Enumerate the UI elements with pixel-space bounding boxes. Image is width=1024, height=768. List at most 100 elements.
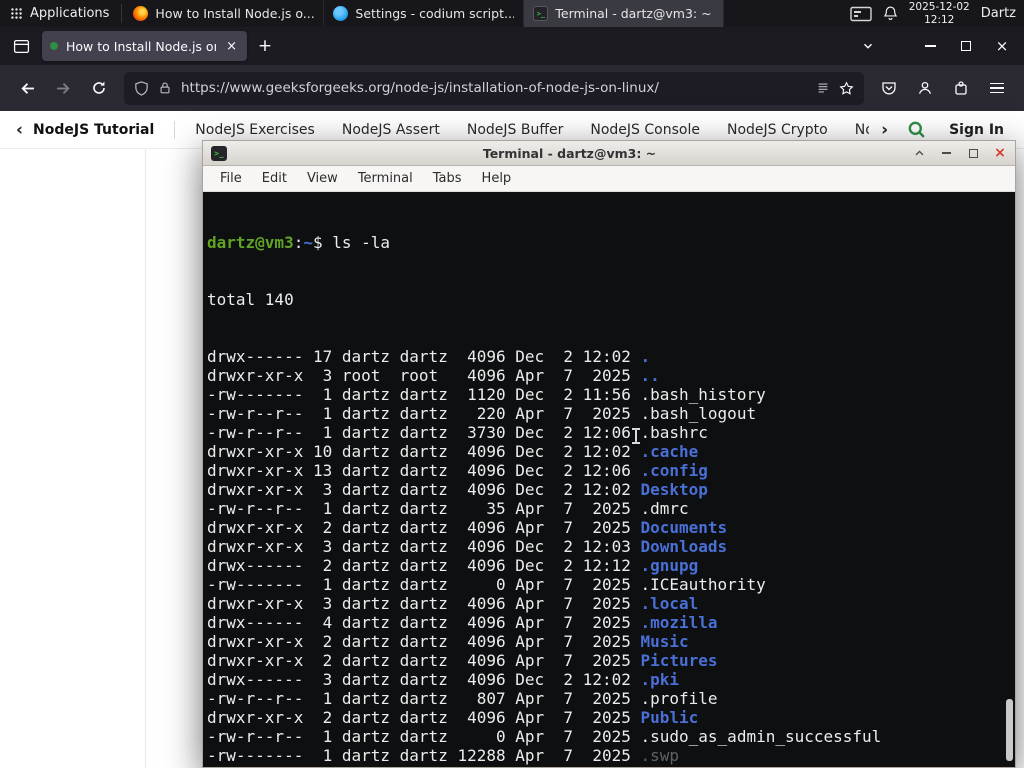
ls-entry-meta: drwxr-xr-x 3 dartz dartz 4096 Apr 7 2025 [207, 594, 641, 613]
reload-button[interactable] [82, 72, 116, 104]
geeksforgeeks-favicon [50, 42, 58, 50]
ls-entry-meta: -rw-r--r-- 1 dartz dartz 0 Apr 7 2025 [207, 727, 641, 746]
navigation-toolbar: https://www.geeksforgeeks.org/node-js/in… [0, 65, 1024, 111]
total-line: total 140 [207, 290, 294, 309]
ls-entry-meta: -rw-r--r-- 1 dartz dartz 35 Apr 7 2025 [207, 499, 641, 518]
firefox-view-icon[interactable] [6, 32, 36, 60]
xfce-top-panel: Applications How to Install Node.js o...… [0, 0, 1024, 27]
reader-view-icon[interactable] [816, 81, 830, 95]
terminal-menu-terminal[interactable]: Terminal [349, 168, 422, 189]
gfg-nav-right: › Sign In [869, 118, 1012, 142]
tracking-shield-icon[interactable] [134, 80, 149, 96]
terminal-menu-view[interactable]: View [298, 168, 347, 189]
lock-icon[interactable] [158, 81, 172, 95]
terminal-menu-tabs[interactable]: Tabs [424, 168, 471, 189]
user-menu[interactable]: Dartz [981, 6, 1016, 21]
ls-entry-meta: drwx------ 3 dartz dartz 4096 Dec 2 12:0… [207, 670, 641, 689]
terminal-menu-help[interactable]: Help [473, 168, 521, 189]
back-button[interactable] [10, 72, 44, 104]
prompt-separator: : [293, 233, 304, 252]
ls-entry-name: Public [640, 708, 699, 727]
panel-clock[interactable]: 2025-12-02 12:12 [909, 1, 970, 26]
terminal-menu-file[interactable]: File [211, 168, 251, 189]
minimize-icon [941, 152, 951, 154]
panel-separator [121, 4, 123, 23]
codium-icon [333, 6, 349, 21]
ls-entry: -rw------- 1 dartz dartz 0 Apr 7 2025 .I… [207, 575, 1015, 594]
terminal-shade-button[interactable] [912, 146, 926, 160]
ls-entry-meta: -rw-r--r-- 1 dartz dartz 3730 Dec 2 12:0… [207, 423, 641, 442]
account-icon[interactable] [908, 72, 942, 104]
gfg-nav-nodejs-buffer[interactable]: NodeJS Buffer [467, 122, 564, 138]
taskbar-button-label: Terminal - dartz@vm3: ~ [555, 6, 712, 21]
save-to-pocket-icon[interactable] [872, 72, 906, 104]
menu-hamburger-icon[interactable] [980, 72, 1014, 104]
gfg-nav-nodejs-exercises[interactable]: NodeJS Exercises [195, 122, 315, 138]
gfg-scroll-right-icon[interactable]: › [877, 120, 892, 140]
terminal-menu-edit[interactable]: Edit [253, 168, 296, 189]
gfg-nav-nodejs-dns[interactable]: NodeJS DNS [855, 122, 869, 138]
gfg-scroll-left-icon[interactable]: ‹ [12, 120, 27, 140]
terminal-app-icon: >_ [211, 145, 227, 161]
mouse-cursor-ibeam [632, 428, 640, 444]
ls-entry-name: .pki [640, 670, 680, 689]
terminal-close-button[interactable]: × [993, 145, 1007, 161]
terminal-maximize-button[interactable] [966, 146, 980, 160]
ls-entry-name: .ICEauthority [640, 575, 766, 594]
ls-entry-meta: drwxr-xr-x 2 dartz dartz 4096 Apr 7 2025 [207, 708, 641, 727]
ls-entry-name: .bashrc [640, 423, 708, 442]
window-maximize-button[interactable] [950, 32, 982, 60]
new-tab-button[interactable]: + [251, 32, 279, 60]
terminal-menubar: File Edit View Terminal Tabs Help [203, 166, 1015, 192]
maximize-icon [968, 148, 978, 158]
gfg-nav-nodejs-assert[interactable]: NodeJS Assert [342, 122, 440, 138]
terminal-output[interactable]: dartz@vm3:~$ ls -la total 140 drwx------… [203, 192, 1015, 767]
ls-entry-name: Pictures [640, 651, 718, 670]
taskbar-button-codium[interactable]: Settings - codium script... [324, 0, 525, 27]
ls-entry: drwxr-xr-x 2 dartz dartz 4096 Apr 7 2025… [207, 651, 1015, 670]
taskbar-button-firefox[interactable]: How to Install Node.js o... [124, 0, 325, 27]
ls-entry-meta: -rw------- 1 dartz dartz 12288 Apr 7 202… [207, 746, 641, 765]
forward-button[interactable] [46, 72, 80, 104]
tab-close-icon[interactable]: × [224, 39, 239, 54]
prompt-user-host: dartz@vm3 [207, 233, 294, 252]
ls-entry: drwx------ 17 dartz dartz 4096 Dec 2 12:… [207, 347, 1015, 366]
window-close-button[interactable]: × [986, 32, 1018, 60]
ls-entry: -rw-r--r-- 1 dartz dartz 0 Apr 7 2025 .s… [207, 727, 1015, 746]
terminal-icon: >_ [533, 6, 549, 21]
ls-entry-name: .dmrc [640, 499, 689, 518]
firefox-icon [133, 6, 149, 21]
ls-entry: drwxr-xr-x 2 dartz dartz 4096 Apr 7 2025… [207, 765, 1015, 767]
ls-entry-name: .mozilla [640, 613, 718, 632]
ls-entry-meta: drwxr-xr-x 2 dartz dartz 4096 Apr 7 2025 [207, 518, 641, 537]
applications-menu-button[interactable]: Applications [0, 0, 119, 27]
notifications-bell-icon[interactable] [883, 6, 898, 21]
ls-entry: drwxr-xr-x 13 dartz dartz 4096 Dec 2 12:… [207, 461, 1015, 480]
ls-entry-meta: drwxr-xr-x 3 dartz dartz 4096 Dec 2 12:0… [207, 537, 641, 556]
gfg-search-icon[interactable] [907, 120, 926, 139]
ls-entry-name: Downloads [640, 537, 728, 556]
gfg-nav-nodejs-tutorial[interactable]: NodeJS Tutorial [33, 122, 154, 138]
terminal-minimize-button[interactable] [939, 146, 953, 160]
terminal-titlebar[interactable]: >_ Terminal - dartz@vm3: ~ × [203, 141, 1015, 166]
bookmark-star-icon[interactable] [839, 80, 854, 96]
taskbar-button-label: How to Install Node.js o... [155, 6, 315, 21]
window-minimize-button[interactable] [914, 32, 946, 60]
tray-display-icon[interactable] [850, 6, 872, 22]
panel-tray: 2025-12-02 12:12 Dartz [850, 0, 1024, 27]
gfg-nav-nodejs-console[interactable]: NodeJS Console [590, 122, 700, 138]
sign-in-button[interactable]: Sign In [941, 118, 1012, 142]
maximize-icon [961, 41, 971, 51]
browser-tab[interactable]: How to Install Node.js on... × [42, 31, 247, 61]
desktop-screen: Applications How to Install Node.js o...… [0, 0, 1024, 768]
ls-entry-meta: drwxr-xr-x 10 dartz dartz 4096 Dec 2 12:… [207, 442, 641, 461]
extensions-puzzle-icon[interactable] [944, 72, 978, 104]
ls-entry: -rw-r--r-- 1 dartz dartz 3730 Dec 2 12:0… [207, 423, 1015, 442]
taskbar-button-terminal[interactable]: >_ Terminal - dartz@vm3: ~ [524, 0, 725, 27]
terminal-scrollbar-thumb[interactable] [1006, 699, 1013, 761]
ls-entry-name: .gnupg [640, 556, 699, 575]
list-all-tabs-chevron-icon[interactable] [852, 32, 884, 60]
ls-entry: drwxr-xr-x 3 dartz dartz 4096 Dec 2 12:0… [207, 537, 1015, 556]
gfg-nav-nodejs-crypto[interactable]: NodeJS Crypto [727, 122, 828, 138]
url-bar[interactable]: https://www.geeksforgeeks.org/node-js/in… [124, 71, 864, 105]
